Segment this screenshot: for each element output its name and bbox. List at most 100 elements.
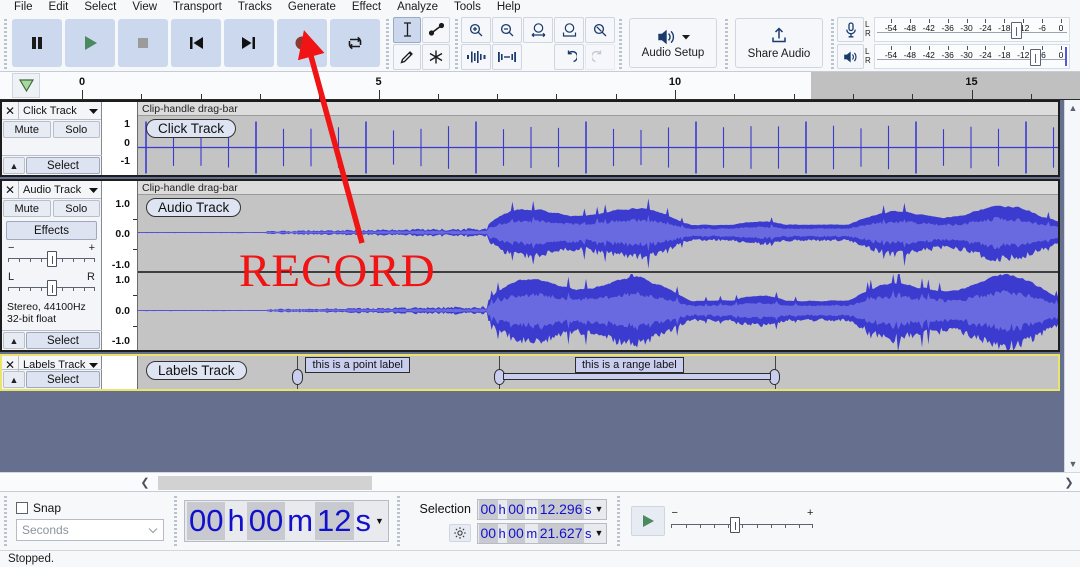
label-handle[interactable]: [769, 369, 780, 385]
pos-h-tens[interactable]: 00: [187, 502, 225, 540]
timeline-ruler-face[interactable]: 051015202530: [41, 72, 1080, 99]
sel-end-m[interactable]: 00: [507, 524, 526, 543]
selection-start-dropdown-icon[interactable]: ▼: [593, 504, 606, 514]
play-at-speed-button[interactable]: [631, 506, 665, 536]
collapse-track-icon[interactable]: ▲: [3, 332, 25, 349]
edit-toolbar-grip[interactable]: [453, 17, 460, 69]
pos-s-tens[interactable]: 12: [315, 502, 353, 540]
selection-tool-button[interactable]: [393, 17, 421, 43]
solo-button-audio[interactable]: Solo: [53, 200, 101, 217]
range-label[interactable]: this is a range label: [575, 357, 684, 373]
clip-title-audio[interactable]: Audio Track: [146, 198, 241, 217]
loop-button[interactable]: [330, 19, 380, 67]
collapse-track-icon[interactable]: ▲: [3, 157, 25, 174]
share-audio-button[interactable]: Share Audio: [735, 18, 823, 68]
selection-toolbar-grip[interactable]: [395, 494, 402, 548]
gear-icon[interactable]: [449, 524, 471, 542]
selection-end-dropdown-icon[interactable]: ▼: [593, 528, 606, 538]
mute-button-click[interactable]: Mute: [3, 121, 51, 138]
silence-audio-button[interactable]: [492, 44, 522, 70]
speaker-small-icon[interactable]: [837, 44, 864, 69]
pinned-play-head-button[interactable]: [12, 73, 40, 98]
share-audio-toolbar-grip[interactable]: [723, 17, 730, 69]
select-button-labels[interactable]: Select: [26, 371, 100, 388]
recording-meter-bar[interactable]: -54-48-42-36-30-24-18-12-60: [874, 17, 1070, 42]
horizontal-scroll-thumb[interactable]: [158, 476, 372, 490]
solo-button-click[interactable]: Solo: [53, 121, 101, 138]
track-click[interactable]: ✕ Click Track Mute Solo ▲ Select: [0, 100, 1060, 177]
clip-title-click[interactable]: Click Track: [146, 119, 236, 138]
menu-item-effect[interactable]: Effect: [344, 0, 389, 15]
chevron-down-icon[interactable]: [89, 105, 98, 117]
menu-item-file[interactable]: File: [6, 0, 41, 15]
menu-item-view[interactable]: View: [124, 0, 165, 15]
horizontal-scrollbar[interactable]: ❮ ❯: [0, 472, 1080, 492]
recording-volume-slider[interactable]: [1011, 22, 1022, 39]
select-button-audio[interactable]: Select: [26, 332, 100, 349]
select-button-click[interactable]: Select: [26, 157, 100, 174]
tools-toolbar-grip[interactable]: [384, 17, 391, 69]
audio-setup-button[interactable]: Audio Setup: [629, 18, 717, 68]
close-track-icon[interactable]: ✕: [2, 181, 19, 198]
menu-item-select[interactable]: Select: [76, 0, 124, 15]
scroll-up-icon[interactable]: ▲: [1065, 100, 1080, 116]
sel-end-h[interactable]: 00: [479, 524, 498, 543]
selection-start-display[interactable]: 00 h 00 m 12.296 s ▼: [477, 499, 607, 520]
gain-slider[interactable]: − +: [8, 243, 95, 269]
labels-area[interactable]: Labels Track this is a point labelthis i…: [138, 356, 1058, 389]
track-labels[interactable]: ✕ Labels Track ▲ Select Labels Track thi…: [0, 354, 1060, 391]
pan-slider[interactable]: L R: [8, 272, 95, 298]
zoom-in-button[interactable]: [461, 17, 491, 43]
snap-checkbox[interactable]: [16, 502, 28, 514]
fit-selection-button[interactable]: [523, 17, 553, 43]
snap-toolbar-grip[interactable]: [2, 494, 9, 548]
zoom-out-button[interactable]: [492, 17, 522, 43]
play-button[interactable]: [65, 19, 115, 67]
menu-item-generate[interactable]: Generate: [280, 0, 344, 15]
track-audio[interactable]: ✕ Audio Track Mute Solo Effects − +: [0, 179, 1060, 352]
track-title-audio[interactable]: Audio Track: [19, 181, 101, 198]
chevron-down-icon[interactable]: [148, 523, 158, 537]
collapse-track-icon[interactable]: ▲: [3, 371, 25, 388]
play-speed-thumb[interactable]: [730, 517, 740, 533]
redo-button[interactable]: [585, 44, 615, 70]
skip-to-end-button[interactable]: [224, 19, 274, 67]
stop-button[interactable]: [118, 19, 168, 67]
multi-tool-button[interactable]: [422, 44, 450, 70]
microphone-icon[interactable]: [837, 17, 864, 42]
menu-item-edit[interactable]: Edit: [41, 0, 77, 15]
sel-start-m[interactable]: 00: [507, 500, 526, 519]
record-button[interactable]: [277, 19, 327, 67]
audio-position-display[interactable]: 00 h 00 m 12 s ▼: [184, 500, 389, 542]
timeline-ruler[interactable]: 051015202530: [0, 72, 1080, 100]
audio-setup-toolbar-grip[interactable]: [617, 17, 624, 69]
time-toolbar-grip[interactable]: [172, 494, 179, 548]
playback-meter-bar[interactable]: -54-48-42-36-30-24-18-12-60: [874, 44, 1070, 69]
menu-item-transport[interactable]: Transport: [165, 0, 230, 15]
sel-start-s[interactable]: 12.296: [538, 500, 584, 519]
vertical-ruler-audio[interactable]: 1.0 0.0 -1.0 1.0 0.0 -1.0: [102, 181, 138, 350]
trim-audio-button[interactable]: [461, 44, 491, 70]
waveform-click[interactable]: Clip-handle drag-bar Click Track: [138, 102, 1058, 175]
vertical-scrollbar[interactable]: ▲ ▼: [1064, 100, 1080, 472]
chevron-down-icon[interactable]: [89, 184, 98, 196]
draw-tool-button[interactable]: [393, 44, 421, 70]
audio-position-dropdown-icon[interactable]: ▼: [373, 516, 386, 526]
track-title-click[interactable]: Click Track: [19, 102, 101, 119]
play-speed-toolbar-grip[interactable]: [615, 494, 622, 548]
point-label[interactable]: this is a point label: [305, 357, 410, 373]
menu-item-help[interactable]: Help: [489, 0, 529, 15]
snap-unit-select[interactable]: Seconds: [16, 519, 164, 541]
close-track-icon[interactable]: ✕: [2, 102, 19, 119]
scroll-right-icon[interactable]: ❯: [1060, 473, 1078, 492]
label-range-bar[interactable]: [503, 373, 771, 380]
menu-item-tools[interactable]: Tools: [446, 0, 489, 15]
zoom-toggle-button[interactable]: [585, 17, 615, 43]
menu-item-analyze[interactable]: Analyze: [389, 0, 446, 15]
playback-meter[interactable]: L R -54-48-42-36-30-24-18-12-60: [837, 44, 1070, 69]
recording-meter[interactable]: L R -54-48-42-36-30-24-18-12-60: [837, 17, 1070, 42]
playback-volume-slider[interactable]: [1030, 49, 1041, 66]
scroll-down-icon[interactable]: ▼: [1065, 456, 1080, 472]
sel-end-s[interactable]: 21.627: [538, 524, 584, 543]
pan-slider-thumb[interactable]: [47, 280, 57, 296]
